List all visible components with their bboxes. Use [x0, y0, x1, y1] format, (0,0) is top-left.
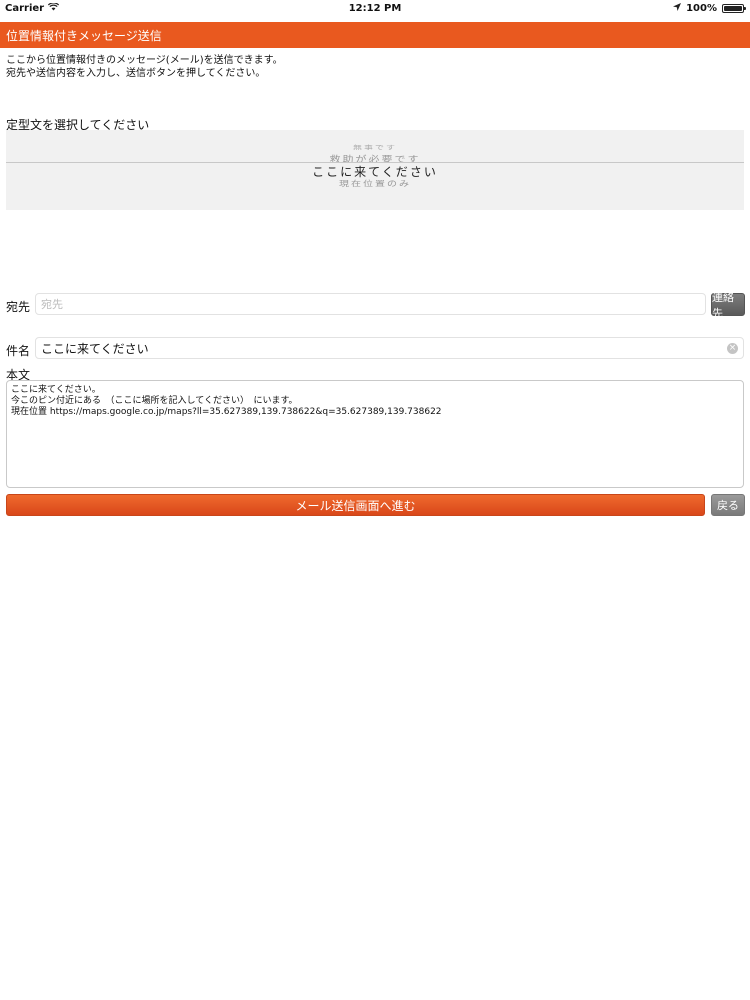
template-picker[interactable]: 無事です 救助が必要です ここに来てください 現在位置のみ — [6, 130, 744, 210]
page-title: 位置情報付きメッセージ送信 — [6, 28, 162, 43]
status-right: 100% — [673, 3, 746, 14]
subject-value: ここに来てください — [41, 341, 149, 356]
battery-percent: 100% — [686, 3, 717, 14]
body-textarea[interactable]: ここに来てください。 今このピン付近にある （ここに場所を記入してください） に… — [6, 380, 744, 488]
to-input[interactable]: 宛先 — [35, 293, 706, 315]
description-line-1: ここから位置情報付きのメッセージ(メール)を送信できます。 — [6, 55, 283, 66]
subject-label: 件名 — [6, 344, 31, 358]
subject-input[interactable]: ここに来てください × — [35, 337, 744, 359]
nav-bar: 位置情報付きメッセージ送信 — [0, 22, 750, 48]
picker-option[interactable]: 現在位置のみ — [6, 177, 744, 188]
battery-icon — [722, 4, 746, 13]
description: ここから位置情報付きのメッセージ(メール)を送信できます。 宛先や送信内容を入力… — [6, 54, 283, 80]
to-placeholder: 宛先 — [41, 298, 63, 311]
description-line-2: 宛先や送信内容を入力し、送信ボタンを押してください。 — [6, 68, 266, 79]
to-label: 宛先 — [6, 300, 31, 314]
picker-option[interactable]: 無事です — [6, 144, 744, 151]
clear-icon[interactable]: × — [727, 343, 738, 354]
status-bar: Carrier 12:12 PM 100% — [0, 0, 750, 20]
location-arrow-icon — [673, 3, 682, 14]
back-button[interactable]: 戻る — [711, 494, 745, 516]
contacts-button[interactable]: 連絡先 — [711, 291, 745, 320]
status-time: 12:12 PM — [348, 3, 402, 14]
send-mail-button[interactable]: メール送信画面へ進む — [6, 494, 705, 516]
